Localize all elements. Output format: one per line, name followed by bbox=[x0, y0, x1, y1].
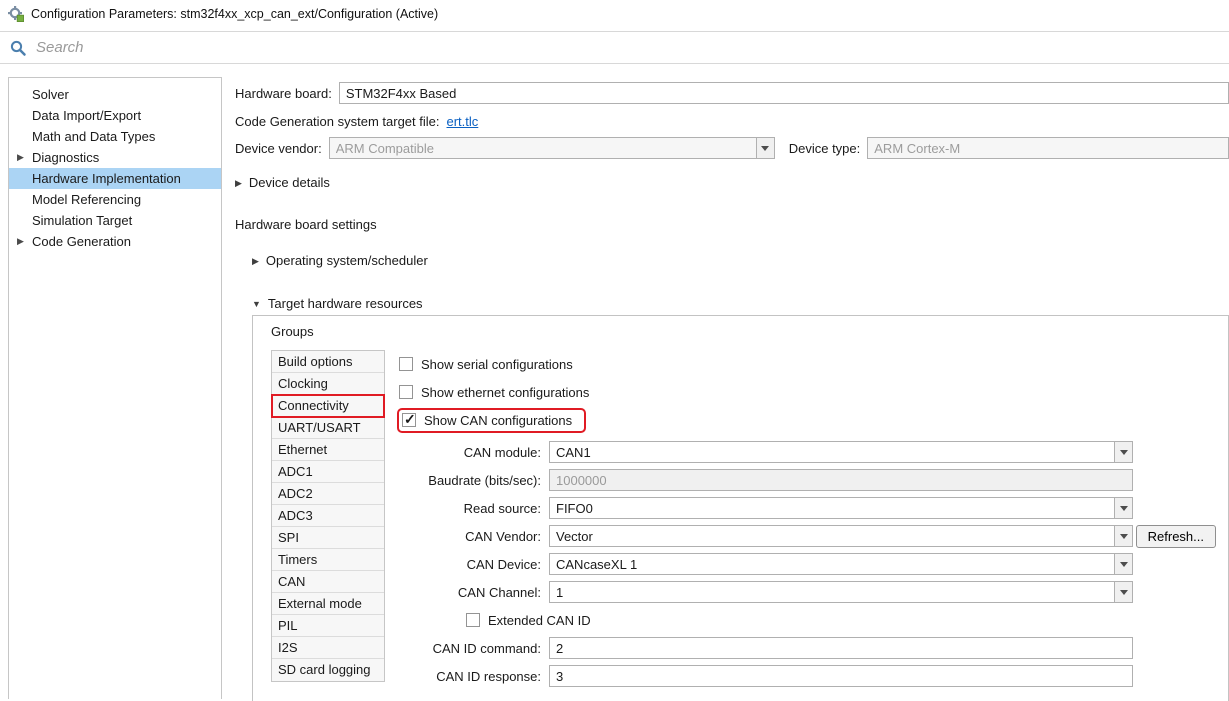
read-source-dropdown[interactable]: FIFO0 bbox=[549, 497, 1133, 519]
device-vendor-value: ARM Compatible bbox=[336, 141, 450, 156]
can-id-command-label: CAN ID command: bbox=[397, 641, 549, 656]
hardware-board-label: Hardware board: bbox=[235, 86, 332, 101]
device-type-value: ARM Cortex-M bbox=[874, 141, 976, 156]
device-type-label: Device type: bbox=[789, 141, 861, 156]
group-item-can[interactable]: CAN bbox=[272, 571, 384, 593]
dropdown-arrow-icon[interactable] bbox=[1114, 554, 1132, 574]
show-can-configurations-checkbox[interactable] bbox=[402, 413, 416, 427]
can-id-response-label: CAN ID response: bbox=[397, 669, 549, 684]
show-ethernet-configurations-label[interactable]: Show ethernet configurations bbox=[421, 385, 589, 400]
title-bar: Configuration Parameters: stm32f4xx_xcp_… bbox=[0, 0, 1229, 28]
show-serial-configurations-checkbox[interactable] bbox=[399, 357, 413, 371]
groups-heading: Groups bbox=[271, 324, 1228, 340]
extended-can-id-checkbox[interactable] bbox=[466, 613, 480, 627]
category-tree: Solver Data Import/Export Math and Data … bbox=[8, 77, 222, 699]
group-item-timers[interactable]: Timers bbox=[272, 549, 384, 571]
group-item-uart-usart[interactable]: UART/USART bbox=[272, 417, 384, 439]
connectivity-settings: Show serial configurations Show ethernet… bbox=[385, 350, 1228, 690]
group-item-spi[interactable]: SPI bbox=[272, 527, 384, 549]
expand-arrow-icon[interactable] bbox=[252, 253, 266, 268]
baudrate-field bbox=[549, 469, 1133, 491]
read-source-label: Read source: bbox=[397, 501, 549, 516]
hardware-board-dropdown[interactable]: STM32F4xx Based bbox=[339, 82, 1229, 104]
dropdown-arrow-icon[interactable] bbox=[1114, 582, 1132, 602]
group-item-adc1[interactable]: ADC1 bbox=[272, 461, 384, 483]
show-serial-configurations-label[interactable]: Show serial configurations bbox=[421, 357, 573, 372]
sidebar-item-simulation-target[interactable]: Simulation Target bbox=[9, 210, 221, 231]
search-icon bbox=[0, 32, 36, 63]
device-vendor-dropdown[interactable]: ARM Compatible bbox=[329, 137, 775, 159]
can-channel-dropdown[interactable]: 1 bbox=[549, 581, 1133, 603]
sidebar-item-model-referencing[interactable]: Model Referencing bbox=[9, 189, 221, 210]
search-bar bbox=[0, 31, 1229, 64]
dropdown-arrow-icon[interactable] bbox=[756, 138, 774, 158]
group-item-pil[interactable]: PIL bbox=[272, 615, 384, 637]
can-device-label: CAN Device: bbox=[397, 557, 549, 572]
refresh-button[interactable]: Refresh... bbox=[1136, 525, 1216, 548]
device-vendor-label: Device vendor: bbox=[235, 141, 322, 156]
read-source-value: FIFO0 bbox=[556, 501, 609, 516]
system-target-file-label: Code Generation system target file: bbox=[235, 114, 440, 129]
group-item-adc3[interactable]: ADC3 bbox=[272, 505, 384, 527]
device-type-field[interactable]: ARM Cortex-M bbox=[867, 137, 1229, 159]
group-item-ethernet[interactable]: Ethernet bbox=[272, 439, 384, 461]
target-hardware-resources-panel: Groups Build options Clocking Connectivi… bbox=[252, 315, 1229, 701]
expand-arrow-icon[interactable] bbox=[235, 175, 249, 190]
show-ethernet-configurations-checkbox[interactable] bbox=[399, 385, 413, 399]
expand-arrow-icon[interactable]: ▶ bbox=[17, 231, 24, 252]
expand-arrow-icon[interactable]: ▶ bbox=[17, 147, 24, 168]
main-panel: Hardware board: STM32F4xx Based Code Gen… bbox=[235, 76, 1229, 699]
dropdown-arrow-icon[interactable] bbox=[1114, 442, 1132, 462]
can-channel-value: 1 bbox=[556, 585, 579, 600]
sidebar-item-code-generation[interactable]: ▶Code Generation bbox=[9, 231, 221, 252]
show-can-highlight-box: Show CAN configurations bbox=[399, 410, 584, 431]
sidebar-item-solver[interactable]: Solver bbox=[9, 84, 221, 105]
group-item-build-options[interactable]: Build options bbox=[272, 351, 384, 373]
search-input[interactable] bbox=[36, 32, 1229, 63]
group-item-i2s[interactable]: I2S bbox=[272, 637, 384, 659]
hardware-board-value: STM32F4xx Based bbox=[346, 86, 473, 101]
can-vendor-label: CAN Vendor: bbox=[397, 529, 549, 544]
target-hardware-resources-toggle[interactable]: Target hardware resources bbox=[268, 296, 423, 311]
groups-list: Build options Clocking Connectivity UART… bbox=[271, 350, 385, 682]
device-details-toggle[interactable]: Device details bbox=[249, 175, 330, 190]
dropdown-arrow-icon[interactable] bbox=[1114, 526, 1132, 546]
group-item-external-mode[interactable]: External mode bbox=[272, 593, 384, 615]
can-id-response-field[interactable] bbox=[549, 665, 1133, 687]
can-id-command-field[interactable] bbox=[549, 637, 1133, 659]
configuration-parameters-icon bbox=[8, 6, 24, 22]
hardware-board-settings-heading: Hardware board settings bbox=[235, 217, 377, 232]
can-device-value: CANcaseXL 1 bbox=[556, 557, 653, 572]
sidebar-item-hardware-implementation[interactable]: Hardware Implementation bbox=[9, 168, 221, 189]
can-vendor-value: Vector bbox=[556, 529, 609, 544]
can-channel-label: CAN Channel: bbox=[397, 585, 549, 600]
sidebar-item-math-and-data-types[interactable]: Math and Data Types bbox=[9, 126, 221, 147]
can-module-label: CAN module: bbox=[397, 445, 549, 460]
can-module-dropdown[interactable]: CAN1 bbox=[549, 441, 1133, 463]
group-item-sd-card-logging[interactable]: SD card logging bbox=[272, 659, 384, 681]
can-device-dropdown[interactable]: CANcaseXL 1 bbox=[549, 553, 1133, 575]
group-item-adc2[interactable]: ADC2 bbox=[272, 483, 384, 505]
can-vendor-dropdown[interactable]: Vector bbox=[549, 525, 1133, 547]
sidebar-item-diagnostics[interactable]: ▶Diagnostics bbox=[9, 147, 221, 168]
baudrate-label: Baudrate (bits/sec): bbox=[397, 473, 549, 488]
show-can-configurations-label[interactable]: Show CAN configurations bbox=[424, 413, 572, 428]
extended-can-id-label[interactable]: Extended CAN ID bbox=[488, 613, 591, 628]
group-item-connectivity[interactable]: Connectivity bbox=[272, 395, 384, 417]
dropdown-arrow-icon[interactable] bbox=[1114, 498, 1132, 518]
can-module-value: CAN1 bbox=[556, 445, 607, 460]
os-scheduler-toggle[interactable]: Operating system/scheduler bbox=[266, 253, 428, 268]
collapse-arrow-icon[interactable] bbox=[252, 296, 268, 311]
window-title: Configuration Parameters: stm32f4xx_xcp_… bbox=[31, 7, 438, 21]
sidebar-item-data-import-export[interactable]: Data Import/Export bbox=[9, 105, 221, 126]
group-item-clocking[interactable]: Clocking bbox=[272, 373, 384, 395]
system-target-file-link[interactable]: ert.tlc bbox=[447, 114, 479, 129]
